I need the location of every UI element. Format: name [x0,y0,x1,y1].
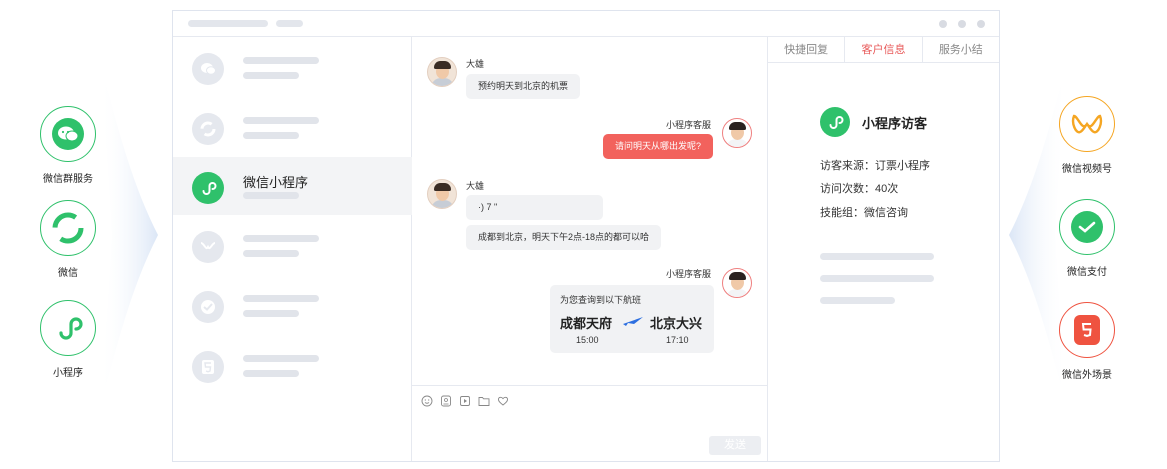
visitor-title: 小程序访客 [862,116,928,131]
customer-avatar [427,179,457,209]
wechat-pay-icon [192,291,224,323]
video-channel-icon [192,231,224,263]
heart-icon[interactable] [497,394,509,406]
channel-video[interactable]: 微信视频号 [1042,96,1132,175]
channel-label: 微信 [58,268,78,279]
sender-name: 大雄 [466,59,485,69]
session-item[interactable] [173,217,412,275]
channel-label: 微信支付 [1067,267,1107,278]
mini-program-icon [820,107,850,137]
service-window: 微信小程序 大雄 预约明天到北京的机票 小程序客服 请问明天从哪出发呢? 大雄 … [172,10,1000,462]
omnichannel-illustration: 微信群服务 微信 小程序 微信视频号 微信支付 微信外场景 微信小程序 大雄 预… [0,0,1167,469]
video-channel-icon [1059,96,1115,152]
info-tabs: 快捷回复 客户信息 服务小结 [768,37,999,63]
tab-service-summary[interactable]: 服务小结 [923,37,999,62]
visit-count: 访问次数：40次 [820,183,899,195]
skill-group: 技能组：微信咨询 [820,207,908,219]
folder-icon[interactable] [478,394,490,406]
visitor-header: 小程序访客 [820,107,1000,139]
send-button[interactable]: 发送 [709,436,761,455]
message-bubble: 成都到北京，明天下午2点-18点的都可以哈 [466,225,662,250]
sender-name: 小程序客服 [665,269,711,279]
placeholder-bar [820,297,895,304]
wechat-icon [40,200,96,256]
visitor-source: 访客来源：订票小程序 [820,160,930,172]
title-placeholder [276,20,303,27]
session-item[interactable] [173,337,412,395]
sender-name: 小程序客服 [665,120,711,130]
wechat-group-icon [192,53,224,85]
window-controls [939,20,985,28]
customer-avatar [427,57,457,87]
wechat-icon [192,113,224,145]
composer-toolbar [421,394,509,407]
html5-icon [192,351,224,383]
video-icon[interactable] [459,394,471,406]
chat-panel: 大雄 预约明天到北京的机票 小程序客服 请问明天从哪出发呢? 大雄 ·) 7 "… [412,37,768,461]
depart-time: 15:00 [576,335,599,345]
message-bubble: 预约明天到北京的机票 [466,74,581,99]
agent-avatar [722,268,752,298]
left-channels: 微信群服务 微信 小程序 [0,0,160,469]
window-dot[interactable] [977,20,985,28]
session-item-mini-program[interactable]: 微信小程序 [173,157,412,215]
channel-label: 微信视频号 [1062,164,1112,175]
window-dot[interactable] [958,20,966,28]
wechat-pay-icon [1059,199,1115,255]
title-placeholder [188,20,268,27]
message-composer[interactable]: 发送 [412,385,767,461]
voice-message[interactable]: ·) 7 " [466,195,603,220]
mini-program-icon [192,172,224,204]
channel-mini-program[interactable]: 小程序 [23,300,113,379]
wechat-group-icon [40,106,96,162]
arrive-time: 17:10 [666,335,689,345]
flight-origin: 成都天府 [560,316,613,331]
placeholder-bar [820,275,934,282]
session-title: 微信小程序 [243,175,309,190]
emoji-icon[interactable] [421,394,433,407]
flight-card[interactable]: 为您查询到以下航班 成都天府 北京大兴 15:00 17:10 [550,285,714,353]
channel-wechat-group[interactable]: 微信群服务 [23,106,113,185]
session-item[interactable] [173,99,412,157]
image-icon[interactable] [440,394,452,407]
session-item[interactable] [173,277,412,335]
placeholder-bar [820,253,934,260]
channel-external[interactable]: 微信外场景 [1042,302,1132,381]
right-channels: 微信视频号 微信支付 微信外场景 [1007,0,1167,469]
window-titlebar [173,11,999,37]
channel-label: 微信群服务 [43,174,93,185]
flight-destination: 北京大兴 [650,316,703,331]
channel-wechat-pay[interactable]: 微信支付 [1042,199,1132,278]
channel-label: 小程序 [53,368,83,379]
customer-info-panel: 快捷回复 客户信息 服务小结 小程序访客 访客来源：订票小程序 访问次数：40次… [768,37,999,461]
mini-program-icon [40,300,96,356]
tab-quick-reply[interactable]: 快捷回复 [768,37,846,62]
channel-label: 微信外场景 [1062,370,1112,381]
session-item[interactable] [173,39,412,97]
window-dot[interactable] [939,20,947,28]
airplane-icon [623,317,643,326]
message-bubble: 请问明天从哪出发呢? [602,134,713,159]
channel-wechat[interactable]: 微信 [23,200,113,279]
flight-card-heading: 为您查询到以下航班 [560,295,642,305]
agent-avatar [722,118,752,148]
session-list: 微信小程序 [173,37,412,461]
sender-name: 大雄 [466,181,485,191]
html5-icon [1059,302,1115,358]
tab-customer-info[interactable]: 客户信息 [845,37,923,62]
